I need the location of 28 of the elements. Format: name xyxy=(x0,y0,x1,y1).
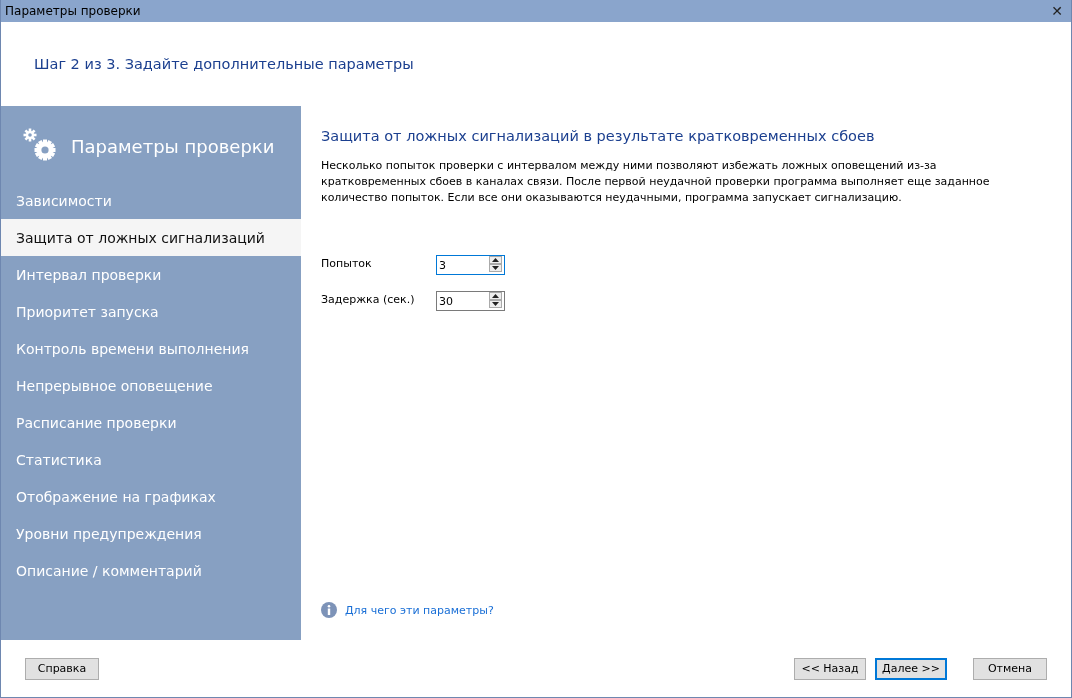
field-label: Задержка (сек.) xyxy=(321,293,416,306)
description-text: Несколько попыток проверки с интервалом между ними позволяют избежать ложных оповещений из-за кратковременных сбоев в каналах связи. После первой неудачной проверки программа выполняет еще заданное количество попыток. Если все они оказываются неудачными, программа запускает сигнализацию. xyxy=(321,158,991,206)
sidebar-item[interactable]: Контроль времени выполнения xyxy=(1,330,301,367)
sidebar-item[interactable]: Расписание проверки xyxy=(1,404,301,441)
section-heading: Защита от ложных сигнализаций в результате кратковременных сбоев xyxy=(321,128,876,144)
sidebar-item[interactable]: Приоритет запуска xyxy=(1,293,301,330)
help-button[interactable]: Справка xyxy=(25,657,99,680)
spin-arrows-icon[interactable] xyxy=(489,255,502,272)
gears-icon xyxy=(23,128,59,164)
step-title: Шаг 2 из 3. Задайте дополнительные параметры xyxy=(33,55,415,74)
help-link[interactable]: Для чего эти параметры? xyxy=(345,603,494,617)
sidebar-item[interactable]: Описание / комментарий xyxy=(1,552,301,589)
sidebar-item[interactable]: Зависимости xyxy=(1,182,301,219)
next-button[interactable]: Далее >> xyxy=(875,657,947,680)
sidebar-item[interactable]: Интервал проверки xyxy=(1,256,301,293)
sidebar-item[interactable]: Уровни предупреждения xyxy=(1,515,301,552)
field-label: Попыток xyxy=(321,257,373,270)
sidebar-title: Параметры проверки xyxy=(71,135,275,157)
back-button[interactable]: << Назад xyxy=(794,657,866,680)
spin-arrows-icon[interactable] xyxy=(489,291,502,308)
sidebar-item[interactable]: Защита от ложных сигнализаций xyxy=(1,219,301,256)
sidebar-item[interactable]: Статистика xyxy=(1,441,301,478)
window-title: Параметры проверки xyxy=(5,4,141,18)
close-button[interactable]: ✕ xyxy=(1043,3,1071,19)
sidebar-item[interactable]: Непрерывное оповещение xyxy=(1,367,301,404)
sidebar-item[interactable]: Отображение на графиках xyxy=(1,478,301,515)
cancel-button[interactable]: Отмена xyxy=(973,657,1047,680)
info-icon xyxy=(321,602,337,618)
